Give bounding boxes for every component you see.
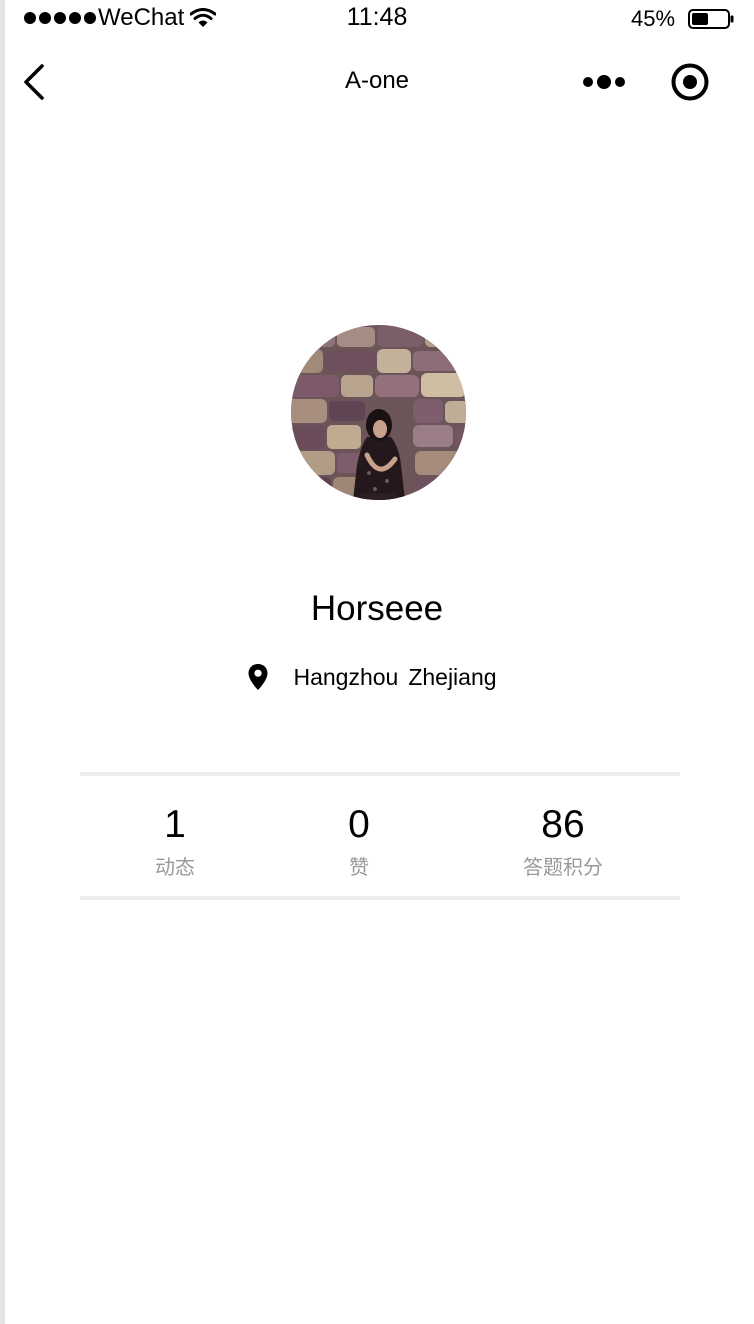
stat-quiz-points[interactable]: 86 答题积分 — [483, 800, 643, 882]
status-bar: WeChat 11:48 45% — [0, 0, 754, 40]
more-dots-icon — [583, 75, 625, 89]
map-pin-icon — [248, 664, 268, 690]
stat-label: 答题积分 — [523, 855, 603, 879]
avatar[interactable] — [291, 325, 466, 500]
stat-likes[interactable]: 0 赞 — [279, 800, 439, 882]
stat-posts[interactable]: 1 动态 — [95, 800, 255, 882]
page-title: A-one — [344, 67, 410, 94]
stats-panel: 1 动态 0 赞 86 答题积分 — [80, 772, 680, 900]
more-options-button[interactable] — [580, 70, 628, 94]
stat-value: 0 — [348, 803, 370, 846]
profile-name: Horseee — [310, 589, 444, 628]
stat-label: 动态 — [155, 855, 195, 879]
avatar-photo — [291, 325, 466, 500]
stat-label: 赞 — [349, 855, 369, 879]
phone-screen: WeChat 11:48 45% A-one Horseee Hangzhou … — [0, 0, 754, 1324]
stat-value: 86 — [541, 803, 585, 846]
location-city: Hangzhou — [293, 664, 399, 690]
location-row: Hangzhou Zhejiang — [0, 660, 754, 694]
location-province: Zhejiang — [408, 664, 497, 690]
close-miniprogram-button[interactable] — [670, 62, 710, 102]
navigation-bar: A-one — [0, 48, 754, 118]
target-circle-icon — [671, 63, 709, 101]
battery-icon — [688, 9, 734, 29]
stat-value: 1 — [164, 803, 186, 846]
battery-percent: 45% — [631, 6, 676, 31]
